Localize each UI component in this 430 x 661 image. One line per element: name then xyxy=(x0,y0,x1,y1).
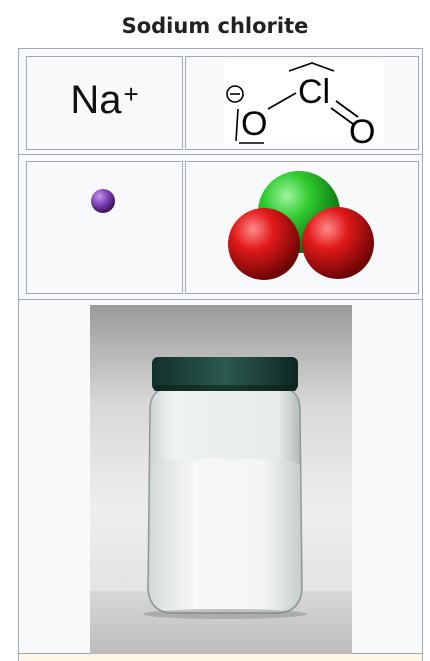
left-oxygen-label: O xyxy=(241,105,267,143)
sodium-ion-formula: Na + xyxy=(27,57,182,149)
sodium-ion-formula-cell[interactable]: Na + xyxy=(26,56,183,150)
oxygen-atom-sphere-right xyxy=(302,207,374,279)
infobox-next-row xyxy=(18,654,423,661)
sodium-atom-sphere xyxy=(91,189,115,213)
cation-charge: + xyxy=(123,78,139,109)
chlorite-ion-structure-cell[interactable]: O Cl O xyxy=(185,56,419,151)
chlorite-ion-space-filling-model xyxy=(228,171,374,280)
oxygen-atom-sphere-left xyxy=(228,208,300,280)
jar-photo xyxy=(90,305,352,654)
right-oxygen-label: O xyxy=(349,113,375,149)
sodium-chlorite-sample-photo[interactable] xyxy=(90,305,352,654)
sodium-ion-model-cell[interactable] xyxy=(26,161,183,294)
white-crystals xyxy=(150,457,301,609)
infobox: Na + O Cl O xyxy=(18,48,423,654)
chlorite-ion-model-cell[interactable] xyxy=(185,161,419,294)
cation-symbol: Na xyxy=(70,77,122,122)
row-divider xyxy=(19,299,422,300)
chlorine-label: Cl xyxy=(298,73,330,111)
row-divider xyxy=(19,154,422,155)
chlorite-skeletal-structure: O Cl O xyxy=(224,59,384,151)
sodium-ion-space-filling-model xyxy=(91,189,115,213)
page-title: Sodium chlorite xyxy=(121,14,309,38)
